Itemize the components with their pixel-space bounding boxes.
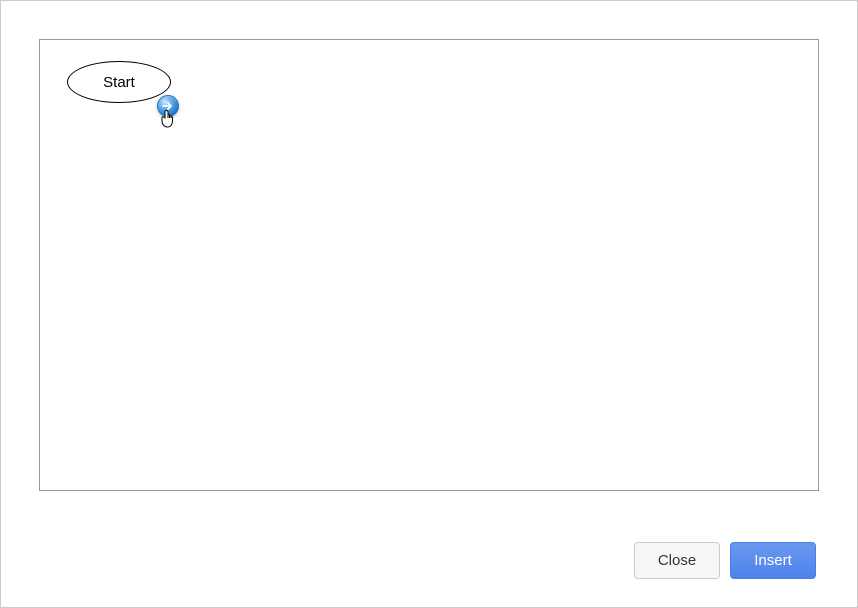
- close-button[interactable]: Close: [634, 542, 720, 579]
- button-row: Close Insert: [634, 542, 816, 579]
- diagram-canvas[interactable]: Start: [39, 39, 819, 491]
- start-node-label: Start: [103, 74, 135, 91]
- insert-button[interactable]: Insert: [730, 542, 816, 579]
- outer-frame: Start Close Insert: [0, 0, 858, 608]
- dialog-panel: Start Close Insert: [4, 4, 854, 604]
- start-node[interactable]: Start: [67, 61, 171, 103]
- arrow-handle[interactable]: [157, 95, 179, 117]
- arrow-right-icon: [162, 100, 174, 112]
